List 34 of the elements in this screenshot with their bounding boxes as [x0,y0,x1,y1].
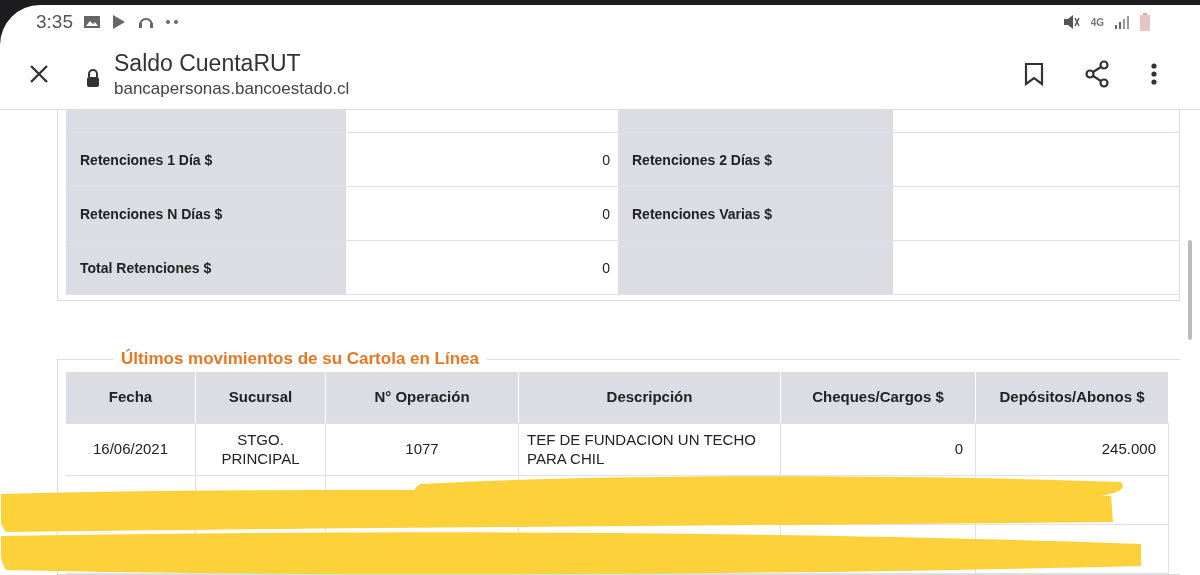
battery-icon [1140,13,1150,32]
table-cell: 16/06/2021 [66,424,196,475]
table-cell: Retenciones Varias $ [618,187,893,240]
network-type: 4G [1090,16,1104,28]
table-cell: 1077 [326,424,519,475]
image-icon [83,14,101,31]
page-title: Saldo CuentaRUT [114,49,302,77]
share-icon[interactable] [1084,60,1110,89]
mute-icon [1062,14,1081,31]
status-time: 3:35 [36,11,73,34]
signal-icon [1114,14,1130,31]
table-cell: Retenciones N Días $ [66,187,346,240]
table-cell: Retenciones 1 Día $ [66,133,346,186]
table-cell: Total Retenciones $ [66,241,346,294]
table-cell-text: 0 [601,150,611,170]
column-header: Sucursal [196,372,326,423]
page-url: bancapersonas.bancoestado.cl [114,78,350,99]
column-header: Cheques/Cargos $ [781,372,976,423]
table-cell-text: 0 [601,204,611,224]
column-header: Descripción [519,372,781,423]
table-cell: TEF DE FUNDACION UN TECHO PARA CHIL [519,424,781,475]
column-header: Fecha [66,372,196,423]
more-icon[interactable] [1150,62,1158,87]
column-header: Depósitos/Abonos $ [976,372,1169,423]
column-header: N° Operación [326,372,519,423]
table-cell: 0 [781,424,976,475]
table-cell: STGO. PRINCIPAL [196,424,326,475]
bookmark-icon[interactable] [1024,62,1044,87]
scroll-bar[interactable] [1188,240,1192,340]
table-cell: 245.000 [976,424,1169,475]
more-notifications-icon [165,19,179,26]
table-cell: Retenciones 2 Días $ [618,133,893,186]
lock-icon [86,69,100,88]
table-cell-text: 0 [601,258,611,278]
